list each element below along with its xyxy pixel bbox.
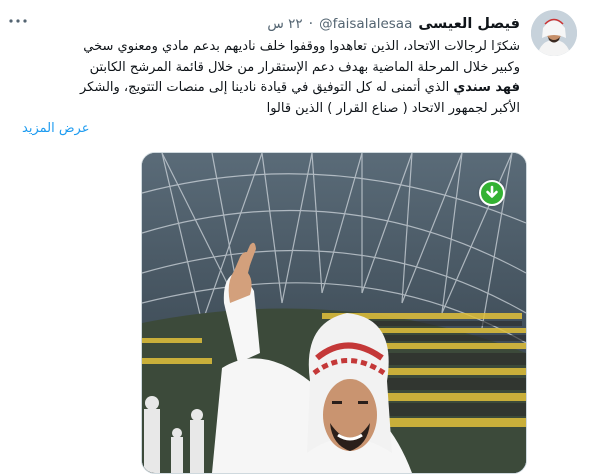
- tweet-text-line: فهد سندي الذي أتمنى له كل التوفيق في قيا…: [20, 78, 520, 99]
- tweet-text-line: الأكبر لجمهور الاتحاد ( صناع القرار ) ال…: [266, 100, 520, 116]
- show-more-link[interactable]: عرض المزيد: [22, 121, 89, 136]
- tweet-text: شكرًا لرجالات الاتحاد، الذين تعاهدوا ووق…: [20, 37, 520, 119]
- ellipsis-icon[interactable]: [4, 12, 32, 34]
- avatar[interactable]: [531, 10, 577, 56]
- author-handle[interactable]: @faisalalesaa: [319, 16, 412, 32]
- stadium-photo: [142, 153, 526, 473]
- tweet-text-line: شكرًا لرجالات الاتحاد، الذين تعاهدوا ووق…: [83, 39, 520, 54]
- tweet-header: فيصل العيسى @faisalalesaa · ٢٢ س: [267, 13, 520, 35]
- tweet[interactable]: فيصل العيسى @faisalalesaa · ٢٢ س شكرًا ل…: [0, 0, 596, 474]
- tweet-timestamp[interactable]: ٢٢ س: [267, 16, 302, 32]
- tweet-text-rest: الذي أتمنى له كل التوفيق في قيادة نادينا…: [80, 80, 454, 95]
- download-arrow-icon[interactable]: [479, 180, 505, 206]
- avatar-image: [531, 10, 577, 56]
- author-name[interactable]: فيصل العيسى: [418, 16, 520, 32]
- tweet-text-bold-name: فهد سندي: [453, 80, 520, 95]
- tweet-photo[interactable]: [141, 152, 527, 474]
- separator-dot: ·: [308, 16, 314, 32]
- tweet-text-line: وكبير خلال المرحلة الماضية بهدف دعم الإس…: [89, 59, 520, 75]
